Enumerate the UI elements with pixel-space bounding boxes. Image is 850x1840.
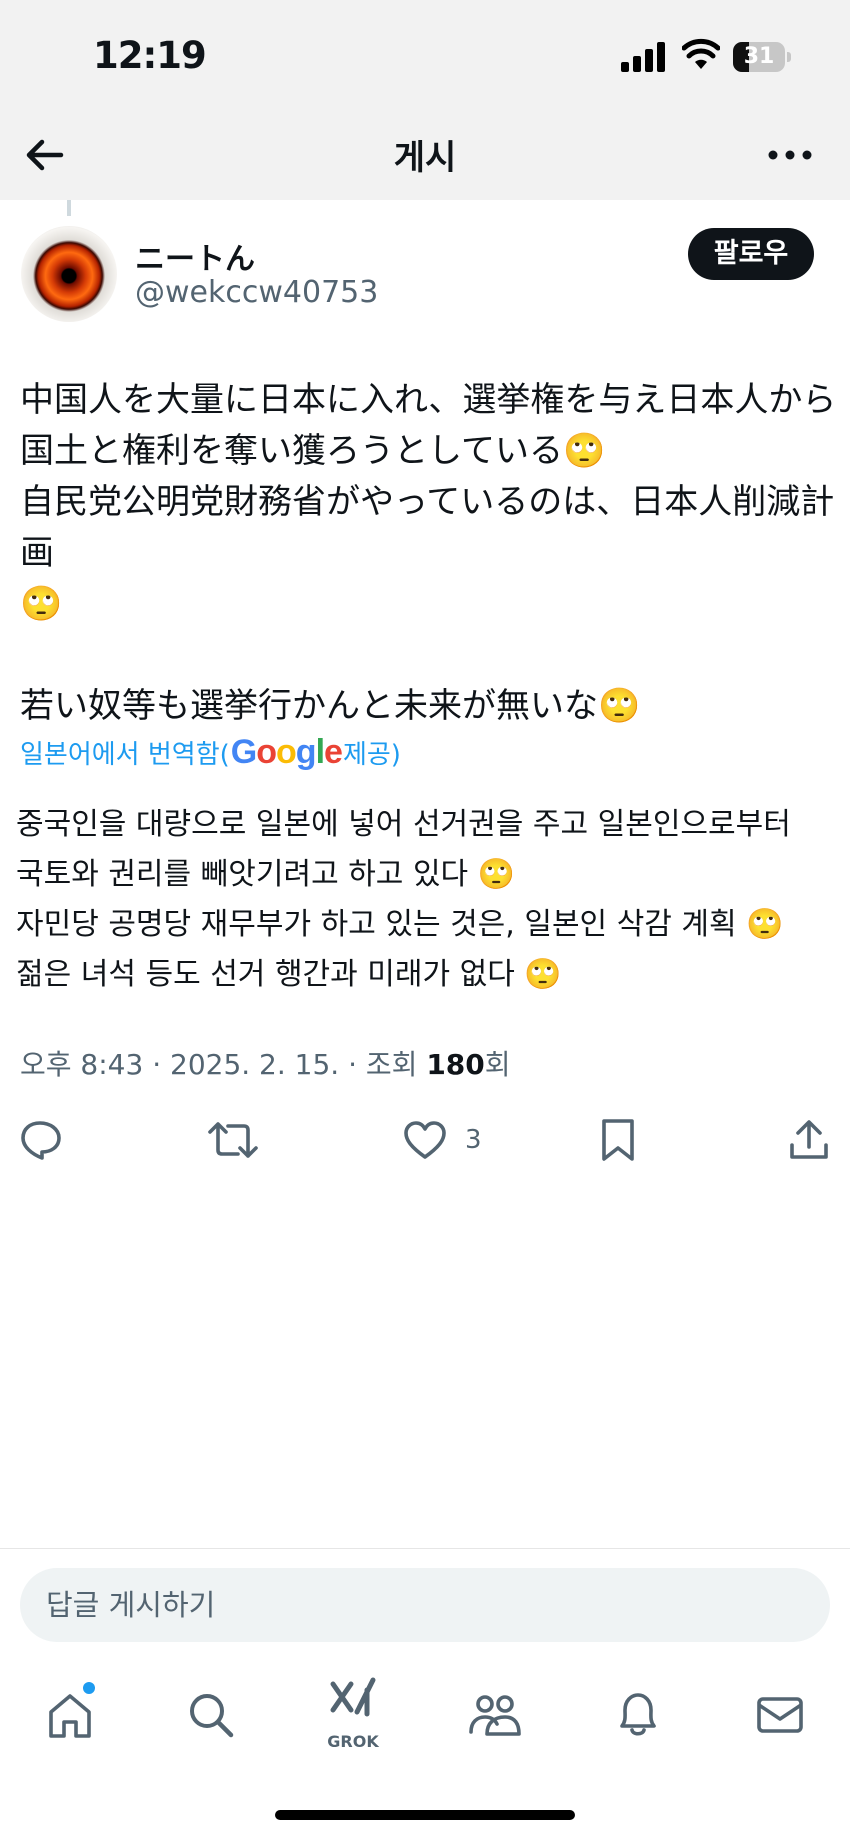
bell-icon — [620, 1693, 656, 1736]
reply-button[interactable] — [20, 1112, 62, 1168]
view-suffix: 회 — [484, 1048, 511, 1081]
communities-icon — [469, 1695, 521, 1736]
timestamp: 오후 8:43 · 2025. 2. 15. · 조회 — [20, 1048, 427, 1081]
translation-suffix: 제공) — [342, 740, 401, 770]
more-options-button[interactable] — [760, 128, 820, 182]
status-time: 12:19 — [93, 34, 207, 77]
author-handle[interactable]: @wekccw40753 — [135, 275, 378, 310]
follow-button[interactable]: 팔로우 — [688, 228, 814, 280]
view-count[interactable]: 180 — [426, 1048, 484, 1081]
battery-percent: 31 — [743, 44, 775, 69]
author-display-name[interactable]: ニートん — [135, 234, 255, 278]
grok-icon — [330, 1677, 376, 1717]
bookmark-icon — [602, 1119, 634, 1161]
reply-input[interactable] — [20, 1568, 830, 1642]
nav-notifications[interactable] — [603, 1680, 673, 1750]
translation-attribution[interactable]: 일본어에서 번역함( Google 제공) — [20, 733, 401, 772]
battery-icon: 31 — [733, 42, 791, 72]
cellular-signal-icon — [621, 42, 665, 72]
like-button[interactable]: 3 — [403, 1112, 482, 1168]
home-notification-dot — [83, 1682, 95, 1694]
bottom-nav: GROK — [0, 1660, 850, 1780]
translated-text: 중국인을 대량으로 일본에 넣어 선거권을 주고 일본인으로부터 국토와 권리를… — [16, 807, 791, 992]
tweet-meta: 오후 8:43 · 2025. 2. 15. · 조회 180회 — [20, 1043, 511, 1083]
page-title: 게시 — [393, 138, 457, 178]
repost-button[interactable] — [208, 1112, 258, 1168]
more-horizontal-icon — [768, 150, 812, 160]
mail-icon — [757, 1697, 803, 1733]
heart-icon — [404, 1121, 446, 1159]
google-logo: Google — [230, 733, 343, 771]
tweet-actions: 3 — [0, 1112, 850, 1168]
composer-divider — [0, 1548, 850, 1549]
share-button[interactable] — [788, 1112, 830, 1168]
bookmark-button[interactable] — [600, 1112, 636, 1168]
translation-prefix: 일본어에서 번역함( — [20, 740, 230, 770]
wifi-icon — [682, 38, 720, 69]
post-header: 게시 — [0, 110, 850, 200]
search-icon — [190, 1694, 234, 1738]
thread-line — [67, 200, 71, 216]
nav-communities[interactable] — [460, 1680, 530, 1750]
nav-search[interactable] — [176, 1680, 246, 1750]
nav-grok[interactable]: GROK — [318, 1677, 388, 1751]
nav-messages[interactable] — [745, 1680, 815, 1750]
grok-label: GROK — [327, 1732, 379, 1751]
repost-icon — [208, 1122, 258, 1158]
home-icon — [49, 1694, 91, 1738]
status-bar: 12:19 31 — [0, 0, 850, 110]
avatar[interactable] — [21, 226, 117, 322]
tweet-text: 中国人を大量に日本に入れ、選挙権を与え日本人から 国土と権利を奪い獲ろうとしてい… — [20, 380, 837, 726]
home-indicator[interactable] — [275, 1810, 575, 1820]
nav-home[interactable] — [35, 1680, 105, 1750]
like-count: 3 — [465, 1125, 482, 1155]
share-icon — [790, 1120, 828, 1159]
reply-icon — [21, 1121, 61, 1160]
